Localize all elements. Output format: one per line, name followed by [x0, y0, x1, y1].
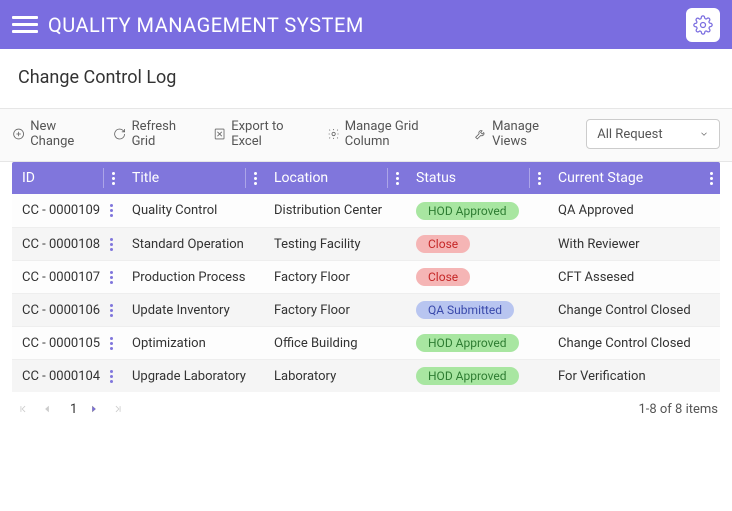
plus-circle-icon [12, 127, 25, 141]
status-badge: HOD Approved [416, 334, 519, 352]
cell-id: CC - 0000108 [12, 228, 122, 260]
pager: 1 1-8 of 8 items [0, 392, 732, 428]
cell-title: Optimization [122, 327, 264, 359]
last-page-icon [113, 404, 123, 414]
pager-prev-button[interactable] [38, 400, 56, 418]
column-menu-icon[interactable] [248, 171, 262, 185]
row-menu-icon[interactable] [104, 336, 118, 350]
cell-title: Quality Control [122, 194, 264, 227]
table-row[interactable]: CC - 0000104Upgrade LaboratoryLaboratory… [12, 359, 720, 392]
cell-status: Close [406, 228, 548, 260]
cell-status: HOD Approved [406, 327, 548, 359]
status-badge: QA Submitted [416, 301, 514, 319]
grid-header: ID Title Location Status Current Stage [12, 162, 720, 194]
pager-last-button[interactable] [109, 400, 127, 418]
first-page-icon [18, 404, 28, 414]
cell-status: Close [406, 261, 548, 293]
refresh-grid-button[interactable]: Refresh Grid [113, 119, 199, 149]
cell-location: Laboratory [264, 360, 406, 392]
cell-id: CC - 0000109 [12, 194, 122, 227]
refresh-icon [113, 127, 126, 141]
status-badge: HOD Approved [416, 367, 519, 385]
column-menu-icon[interactable] [532, 171, 546, 185]
new-change-label: New Change [30, 119, 99, 149]
chevron-down-icon [699, 129, 709, 139]
page-title-row: Change Control Log [0, 49, 732, 109]
cell-status: HOD Approved [406, 194, 548, 227]
toolbar: New Change Refresh Grid Export to Excel … [0, 109, 732, 162]
export-excel-button[interactable]: Export to Excel [213, 119, 313, 149]
cell-title: Production Process [122, 261, 264, 293]
cell-location: Factory Floor [264, 261, 406, 293]
column-menu-icon[interactable] [390, 171, 404, 185]
view-select[interactable]: All Request [586, 119, 720, 149]
cell-status: HOD Approved [406, 360, 548, 392]
excel-icon [213, 127, 226, 141]
table-row[interactable]: CC - 0000108Standard OperationTesting Fa… [12, 227, 720, 260]
app-title: QUALITY MANAGEMENT SYSTEM [48, 13, 686, 37]
cell-location: Distribution Center [264, 194, 406, 227]
cell-stage: CFT Assesed [548, 261, 720, 293]
column-header-location[interactable]: Location [264, 162, 406, 194]
status-badge: Close [416, 268, 470, 286]
manage-column-button[interactable]: Manage Grid Column [327, 119, 460, 149]
column-menu-icon[interactable] [704, 171, 718, 185]
row-menu-icon[interactable] [104, 270, 118, 284]
manage-views-label: Manage Views [492, 119, 572, 149]
column-header-status[interactable]: Status [406, 162, 548, 194]
pager-page-number: 1 [70, 402, 77, 417]
cell-stage: For Verification [548, 360, 720, 392]
prev-page-icon [42, 404, 52, 414]
cell-status: QA Submitted [406, 294, 548, 326]
cell-location: Factory Floor [264, 294, 406, 326]
pager-first-button[interactable] [14, 400, 32, 418]
column-header-stage[interactable]: Current Stage [548, 162, 720, 194]
cell-id: CC - 0000104 [12, 360, 122, 392]
table-row[interactable]: CC - 0000105OptimizationOffice Building H… [12, 326, 720, 359]
view-select-value: All Request [597, 127, 662, 142]
row-menu-icon[interactable] [104, 237, 118, 251]
cell-location: Office Building [264, 327, 406, 359]
columns-icon [327, 127, 340, 141]
cell-stage: QA Approved [548, 194, 720, 227]
row-menu-icon[interactable] [104, 303, 118, 317]
cell-title: Update Inventory [122, 294, 264, 326]
pager-next-button[interactable] [85, 400, 103, 418]
gear-icon [693, 15, 713, 35]
row-menu-icon[interactable] [104, 204, 118, 218]
appbar: QUALITY MANAGEMENT SYSTEM [0, 0, 732, 49]
wrench-icon [474, 127, 487, 141]
cell-stage: Change Control Closed [548, 327, 720, 359]
row-menu-icon[interactable] [104, 369, 118, 383]
new-change-button[interactable]: New Change [12, 119, 99, 149]
menu-icon[interactable] [12, 12, 38, 38]
cell-stage: With Reviewer [548, 228, 720, 260]
cell-location: Testing Facility [264, 228, 406, 260]
page-title: Change Control Log [18, 67, 714, 88]
grid-body: CC - 0000109Quality ControlDistribution … [12, 194, 720, 392]
table-row[interactable]: CC - 0000106Update InventoryFactory Floo… [12, 293, 720, 326]
next-page-icon [89, 404, 99, 414]
column-header-id[interactable]: ID [12, 162, 122, 194]
table-row[interactable]: CC - 0000109Quality ControlDistribution … [12, 194, 720, 227]
cell-id: CC - 0000106 [12, 294, 122, 326]
column-header-title[interactable]: Title [122, 162, 264, 194]
cell-id: CC - 0000107 [12, 261, 122, 293]
cell-stage: Change Control Closed [548, 294, 720, 326]
table-row[interactable]: CC - 0000107Production ProcessFactory Fl… [12, 260, 720, 293]
cell-title: Standard Operation [122, 228, 264, 260]
settings-button[interactable] [686, 8, 720, 42]
column-menu-icon[interactable] [106, 171, 120, 185]
cell-title: Upgrade Laboratory [122, 360, 264, 392]
status-badge: HOD Approved [416, 202, 519, 220]
manage-views-button[interactable]: Manage Views [474, 119, 572, 149]
data-grid: ID Title Location Status Current Stage C… [12, 162, 720, 392]
pager-summary: 1-8 of 8 items [638, 402, 718, 417]
cell-id: CC - 0000105 [12, 327, 122, 359]
status-badge: Close [416, 235, 470, 253]
manage-cols-label: Manage Grid Column [345, 119, 460, 149]
refresh-label: Refresh Grid [132, 119, 199, 149]
export-label: Export to Excel [231, 119, 312, 149]
